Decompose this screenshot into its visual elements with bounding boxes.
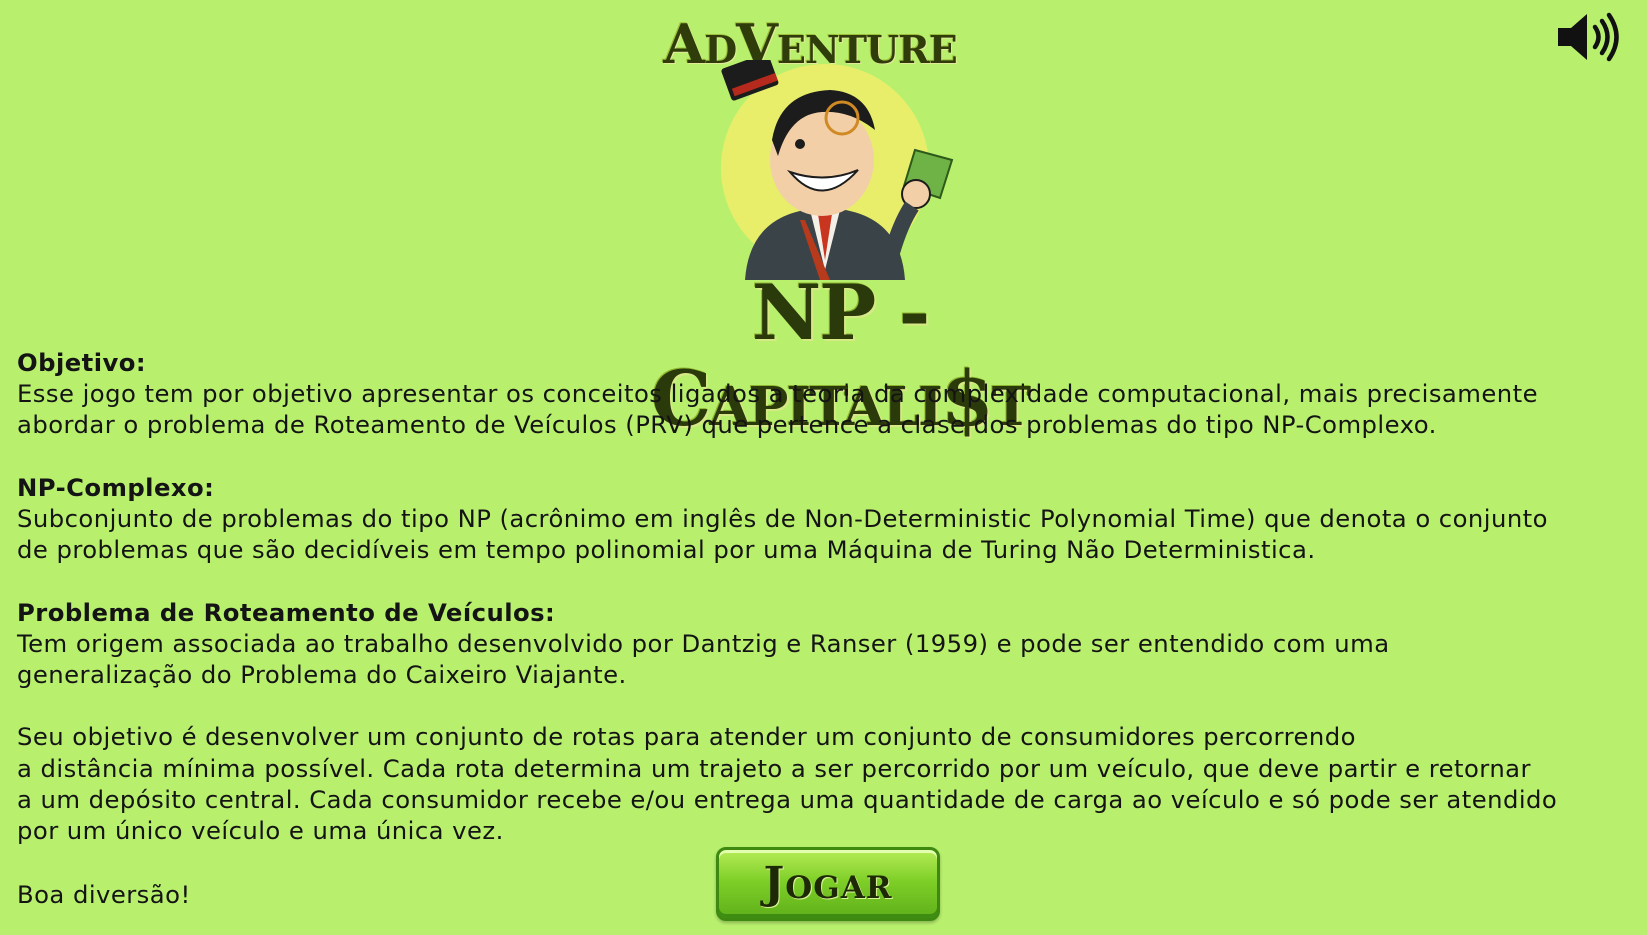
section-title: Objetivo:: [17, 348, 147, 377]
sound-toggle-button[interactable]: [1555, 10, 1621, 64]
closing-text: Boa diversão!: [17, 880, 191, 909]
text-line: abordar o problema de Roteamento de Veíc…: [17, 410, 1437, 440]
text-line: de problemas que são decidíveis em tempo…: [17, 535, 1316, 565]
text-line: Esse jogo tem por objetivo apresentar os…: [17, 379, 1539, 409]
section-np-complexo: NP-Complexo: Subconjunto de problemas do…: [17, 472, 1637, 566]
section-text: Subconjunto de problemas do tipo NP (acr…: [17, 503, 1637, 565]
text-line: Seu objetivo é desenvolver um conjunto d…: [17, 722, 1356, 752]
objective-paragraph: Seu objetivo é desenvolver um conjunto d…: [17, 721, 1637, 846]
play-button-label: Jogar: [763, 858, 893, 909]
text-line: a distância mínima possível. Cada rota d…: [17, 753, 1531, 783]
text-line: Tem origem associada ao trabalho desenvo…: [17, 628, 1390, 658]
section-text: Esse jogo tem por objetivo apresentar os…: [17, 378, 1637, 440]
section-prv: Problema de Roteamento de Veículos: Tem …: [17, 597, 1637, 691]
description-content: Objetivo: Esse jogo tem por objetivo apr…: [17, 347, 1637, 877]
play-button[interactable]: Jogar: [716, 847, 940, 921]
mascot-image: [721, 60, 954, 280]
section-title: Problema de Roteamento de Veículos:: [17, 597, 556, 627]
text-line: por um único veículo e uma única vez.: [17, 816, 504, 845]
text-line: generalização do Problema do Caixeiro Vi…: [17, 660, 627, 689]
text-line: a um depósito central. Cada consumidor r…: [17, 784, 1558, 814]
section-text: Tem origem associada ao trabalho desenvo…: [17, 628, 1637, 690]
text-line: Subconjunto de problemas do tipo NP (acr…: [17, 504, 1548, 533]
section-title: NP-Complexo:: [17, 472, 215, 502]
section-objetivo: Objetivo: Esse jogo tem por objetivo apr…: [17, 347, 1637, 441]
speaker-volume-icon: [1558, 12, 1619, 62]
